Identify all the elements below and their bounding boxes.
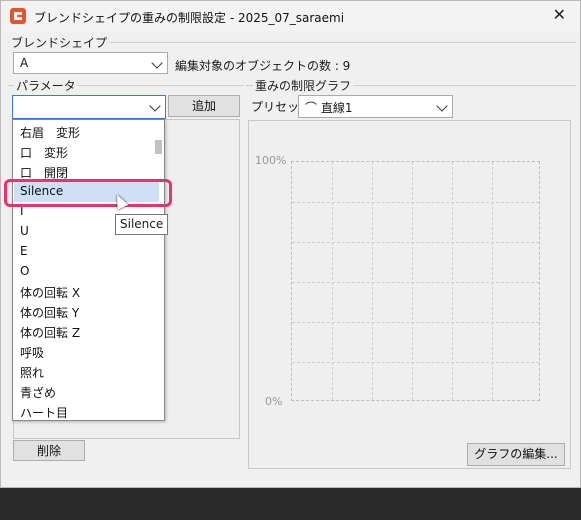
dropdown-item[interactable]: O xyxy=(20,264,29,282)
delete-button[interactable]: 削除 xyxy=(13,440,85,461)
add-button[interactable]: 追加 xyxy=(168,95,240,117)
parameter-group-label: パラメータ xyxy=(14,77,78,94)
grid-vline xyxy=(332,162,333,400)
title-bar: ブレンドシェイプの重みの制限設定 - 2025_07_saraemi ✕ xyxy=(1,1,580,31)
chevron-down-icon xyxy=(149,100,161,112)
grid-vline xyxy=(452,162,453,400)
grid-hline xyxy=(292,322,539,323)
graph-y-max-label: 100% xyxy=(255,154,287,167)
grid-vline xyxy=(412,162,413,400)
grid-hline xyxy=(292,282,539,283)
close-icon[interactable]: ✕ xyxy=(553,5,566,24)
dropdown-item[interactable]: 体の回転 X xyxy=(20,284,80,302)
preset-select[interactable]: ⌒ 直線1 xyxy=(298,95,453,118)
dialog-window: ブレンドシェイプの重みの制限設定 - 2025_07_saraemi ✕ ブレン… xyxy=(0,0,581,488)
dropdown-item[interactable]: 呼吸 xyxy=(20,344,44,362)
blendshape-selected-value: A xyxy=(20,56,29,70)
dropdown-item[interactable]: 照れ xyxy=(20,364,44,382)
edit-graph-button[interactable]: グラフの編集... xyxy=(467,443,565,466)
window-title: ブレンドシェイプの重みの制限設定 - 2025_07_saraemi xyxy=(34,11,345,25)
grid-hline xyxy=(292,202,539,203)
weight-limit-graph xyxy=(291,161,540,401)
dropdown-item[interactable]: 口 変形 xyxy=(20,144,68,162)
chevron-down-icon xyxy=(436,100,448,112)
blendshape-select[interactable]: A xyxy=(13,52,168,74)
app-logo-icon xyxy=(10,8,26,24)
grid-vline xyxy=(372,162,373,400)
preset-selected-value: ⌒ 直線1 xyxy=(305,101,353,115)
grid-hline xyxy=(292,362,539,363)
dropdown-item[interactable]: E xyxy=(20,244,28,262)
tooltip: Silence xyxy=(115,214,169,235)
annotation-highlight-box xyxy=(4,179,172,207)
scrollbar-thumb[interactable] xyxy=(155,140,162,154)
object-count-text: 編集対象のオブジェクトの数 : 9 xyxy=(175,59,351,73)
dropdown-item[interactable]: U xyxy=(20,224,29,242)
dropdown-item[interactable]: 青ざめ xyxy=(20,384,56,402)
graph-group-label: 重みの制限グラフ xyxy=(253,77,354,94)
parameter-dropdown-list[interactable]: 右眉 変形 口 変形 口 開閉 Silence I U E O 体の回転 X 体… xyxy=(12,119,165,421)
grid-hline xyxy=(292,242,539,243)
chevron-down-icon xyxy=(151,57,163,69)
graph-y-min-label: 0% xyxy=(265,395,283,408)
grid-vline xyxy=(492,162,493,400)
dropdown-item[interactable]: 右眉 変形 xyxy=(20,124,80,142)
dropdown-item[interactable]: 体の回転 Z xyxy=(20,324,80,342)
blendshape-group-label: ブレンドシェイプ xyxy=(9,34,110,51)
dropdown-item[interactable]: 体の回転 Y xyxy=(20,304,79,322)
parameter-select[interactable] xyxy=(12,95,166,119)
dropdown-item[interactable]: ハート目 xyxy=(20,404,68,422)
background-strip xyxy=(0,488,581,520)
